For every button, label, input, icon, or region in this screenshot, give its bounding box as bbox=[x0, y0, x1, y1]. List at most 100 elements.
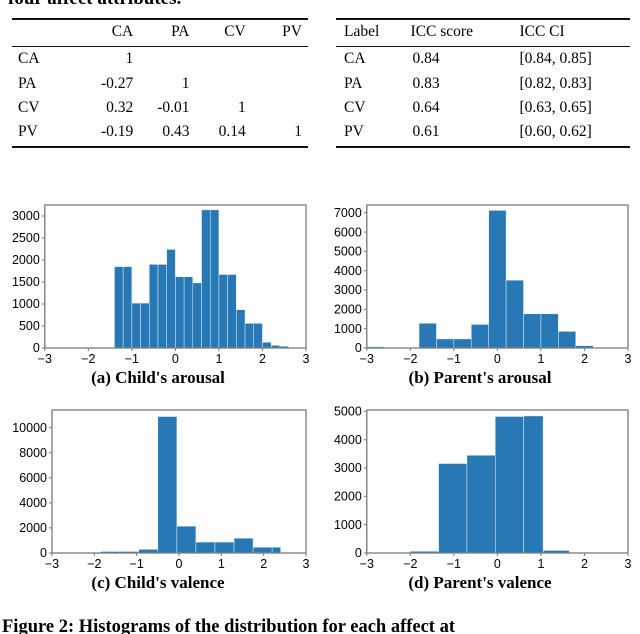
row-label: CA bbox=[18, 50, 40, 68]
x-axis-tick-label: 1 bbox=[215, 352, 222, 366]
histogram-panel-child-arousal: 0 500 1000 1500 2000 2500 3000 −3 −2 −1 0 1 2 3 (a) C… bbox=[2, 198, 314, 394]
y-axis-tick-label: 4000 bbox=[334, 264, 362, 278]
cell-value bbox=[196, 47, 252, 72]
icc-table-container: Label ICC score ICC CI CA 0.84 [0.84, 0.… bbox=[336, 18, 630, 149]
y-axis-tick-label: 6000 bbox=[334, 225, 362, 239]
x-axis-tick-label: 0 bbox=[494, 352, 501, 366]
x-axis-tick-label: −3 bbox=[45, 557, 59, 571]
column-header-pa: PA bbox=[139, 18, 196, 47]
table-row: CA 0.84 [0.84, 0.85] bbox=[336, 47, 630, 72]
y-axis-tick-label: 3000 bbox=[334, 461, 362, 475]
histogram-bar bbox=[233, 537, 254, 554]
table-row: PV -0.19 0.43 0.14 1 bbox=[12, 120, 308, 149]
cell-value bbox=[252, 47, 308, 72]
x-axis-tick-label: −1 bbox=[447, 352, 461, 366]
clipped-figure-caption: Figure 2: Histograms of the distribution… bbox=[0, 616, 640, 634]
histogram-chart-b: 01000200030004000500060007000−3 −2 −1 0 1 2 3 bbox=[334, 204, 632, 366]
histogram-bar bbox=[183, 276, 194, 349]
histogram-bar bbox=[218, 274, 228, 349]
cell-value: 0.32 bbox=[106, 98, 134, 116]
cell-value bbox=[252, 71, 308, 95]
histogram-bar bbox=[262, 342, 272, 349]
y-axis-tick-label: 8000 bbox=[19, 446, 47, 460]
clipped-section-heading: four affect attributes. bbox=[0, 0, 320, 10]
histogram-bar bbox=[540, 313, 559, 349]
x-axis-tick-label: −1 bbox=[125, 352, 139, 366]
clipped-figure-caption-text: Figure 2: Histograms of the distribution… bbox=[2, 617, 456, 634]
histogram-bar bbox=[140, 302, 150, 349]
x-axis-tick-label: 1 bbox=[218, 557, 225, 571]
clipped-section-heading-text: four affect attributes. bbox=[0, 0, 320, 10]
histogram-bar bbox=[418, 323, 437, 349]
x-axis-tick-label: 0 bbox=[494, 557, 501, 571]
row-label: CV bbox=[18, 98, 40, 116]
row-label: PA bbox=[344, 74, 363, 92]
table-row: PV 0.61 [0.60, 0.62] bbox=[336, 120, 630, 149]
y-axis-tick-label: 1000 bbox=[12, 297, 40, 311]
histogram-bar bbox=[471, 324, 489, 349]
x-axis-tick-label: −3 bbox=[360, 352, 374, 366]
row-label: PV bbox=[336, 120, 407, 149]
cell-icc-score: 0.84 bbox=[412, 50, 440, 68]
histogram-bar bbox=[201, 209, 211, 349]
y-axis-tick-label: 1000 bbox=[334, 518, 362, 532]
y-axis-tick-label: 2000 bbox=[334, 490, 362, 504]
histogram-bar bbox=[157, 264, 167, 349]
histogram-bar bbox=[114, 266, 124, 349]
x-axis-tick-label: 3 bbox=[303, 352, 310, 366]
y-axis-tick-label: 5000 bbox=[334, 245, 362, 259]
y-axis-tick-label: 6000 bbox=[19, 471, 47, 485]
cell-value: -0.01 bbox=[157, 98, 190, 116]
histogram-bar bbox=[214, 541, 235, 554]
table-row: CV 0.32 -0.01 1 bbox=[12, 96, 308, 120]
histogram-panel-parent-valence: 0 1000 2000 3000 4000 5000 −3 −2 −1 0 1 2 3 (d) Pare… bbox=[324, 403, 636, 599]
y-axis-tick-label: 4000 bbox=[19, 496, 47, 510]
cell-icc-ci: [0.63, 0.65] bbox=[519, 98, 592, 116]
table-header-row: CA PA CV PV bbox=[12, 18, 308, 47]
x-axis-tick-label: −1 bbox=[447, 557, 461, 571]
x-axis-tick-label: −3 bbox=[38, 352, 52, 366]
cell-value bbox=[139, 47, 195, 72]
cell-value: 1 bbox=[125, 50, 134, 68]
histogram-bar bbox=[175, 276, 185, 349]
subcaption-a: (a) Child's arousal bbox=[91, 368, 225, 387]
histogram-bar bbox=[209, 209, 220, 349]
cell-value: 1 bbox=[237, 98, 246, 116]
cell-value bbox=[196, 71, 252, 95]
histogram-bar bbox=[271, 546, 281, 554]
histogram-bar bbox=[149, 264, 159, 349]
histogram-bar bbox=[523, 313, 542, 349]
histogram-bar bbox=[436, 338, 455, 349]
histogram-bar bbox=[558, 331, 577, 349]
x-axis-tick-label: 2 bbox=[260, 557, 267, 571]
histogram-chart-d: 010002000300040005000−3 −2 −1 0 1 2 3 bbox=[334, 405, 632, 571]
x-axis-tick-label: −2 bbox=[403, 557, 417, 571]
x-axis-tick-label: 1 bbox=[537, 557, 544, 571]
cell-value bbox=[252, 96, 308, 120]
y-axis-tick-label: 500 bbox=[19, 319, 40, 333]
histogram-bar bbox=[466, 455, 496, 554]
y-axis-tick-label: 4000 bbox=[334, 433, 362, 447]
cell-value: 1 bbox=[251, 120, 308, 149]
y-axis-tick-label: 3000 bbox=[12, 209, 40, 223]
cell-icc-ci: [0.84, 0.85] bbox=[519, 50, 592, 68]
x-axis-tick-label: 2 bbox=[259, 352, 266, 366]
cell-icc-score: 0.64 bbox=[412, 98, 440, 116]
x-axis-tick-label: 3 bbox=[625, 352, 632, 366]
histogram-bar bbox=[505, 279, 524, 349]
histogram-bar bbox=[488, 210, 507, 349]
y-axis-tick-label: 2000 bbox=[19, 521, 47, 535]
histogram-bar bbox=[523, 415, 544, 554]
subcaption-b: (b) Parent's arousal bbox=[408, 368, 552, 387]
cell-value: 1 bbox=[181, 74, 190, 92]
y-axis-tick-label: 10000 bbox=[12, 421, 47, 435]
column-header-pv: PV bbox=[251, 18, 308, 47]
icc-score-table: Label ICC score ICC CI CA 0.84 [0.84, 0.… bbox=[336, 18, 630, 149]
column-header-icc-score: ICC score bbox=[406, 18, 510, 47]
histogram-chart-c: 0200040006000800010000−3 −2 −1 0 1 2 3 bbox=[12, 409, 310, 571]
column-header-icc-ci: ICC CI bbox=[509, 18, 630, 47]
y-axis-tick-label: 2000 bbox=[334, 303, 362, 317]
y-axis-tick-label: 1000 bbox=[334, 322, 362, 336]
cell-value: -0.19 bbox=[83, 120, 140, 149]
x-axis-tick-label: 3 bbox=[303, 557, 310, 571]
